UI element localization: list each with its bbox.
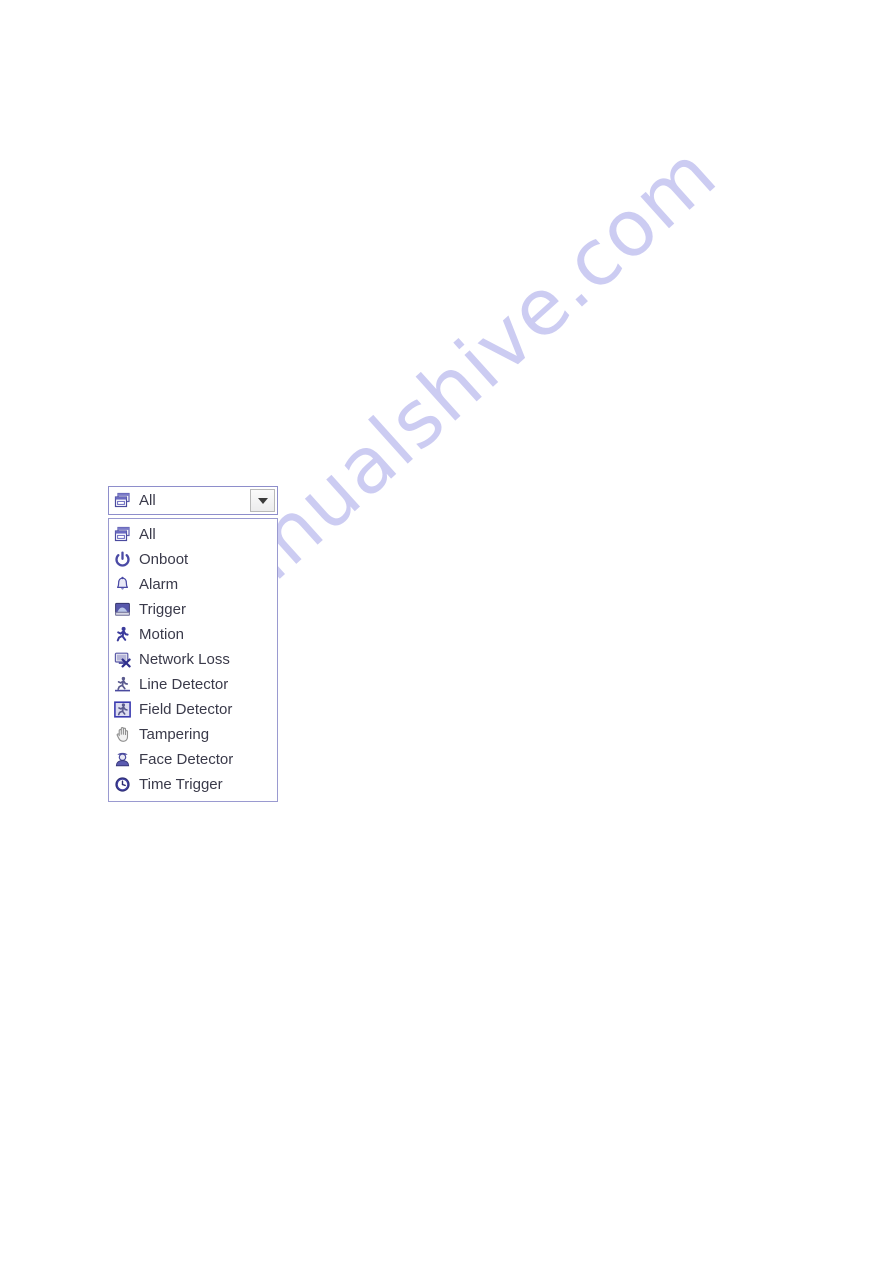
list-item-label: Face Detector (139, 751, 234, 768)
list-item-network-loss[interactable]: Network Loss (109, 647, 277, 672)
bell-icon (114, 576, 131, 593)
list-item-label: All (139, 526, 156, 543)
list-item-field-detector[interactable]: Field Detector (109, 697, 277, 722)
device-monitor-icon (114, 601, 131, 618)
face-person-icon (114, 751, 131, 768)
running-person-icon (114, 626, 131, 643)
list-item-label: Motion (139, 626, 185, 643)
dropdown-arrow-button[interactable] (250, 489, 275, 512)
list-item-onboot[interactable]: Onboot (109, 547, 277, 572)
event-type-combobox[interactable]: All (108, 486, 278, 515)
list-item-label: Trigger (139, 601, 186, 618)
event-type-listbox[interactable]: All Onboot Alarm Trigger Motion Network … (108, 518, 278, 802)
list-item-label: Line Detector (139, 676, 229, 693)
hand-icon (114, 726, 131, 743)
list-item-label: Network Loss (139, 651, 230, 668)
list-item-time-trigger[interactable]: Time Trigger (109, 772, 277, 797)
combobox-selected-label: All (139, 492, 156, 509)
list-item-face-detector[interactable]: Face Detector (109, 747, 277, 772)
all-events-icon (114, 526, 131, 543)
power-icon (114, 551, 131, 568)
list-item-motion[interactable]: Motion (109, 622, 277, 647)
list-item-label: Time Trigger (139, 776, 223, 793)
line-crossing-person-icon (114, 676, 131, 693)
list-item-label: Onboot (139, 551, 189, 568)
chevron-down-icon (257, 497, 268, 504)
list-item-all[interactable]: All (109, 522, 277, 547)
combobox-value-area[interactable]: All (109, 487, 250, 514)
list-item-tampering[interactable]: Tampering (109, 722, 277, 747)
list-item-label: Alarm (139, 576, 179, 593)
clock-icon (114, 776, 131, 793)
field-intrusion-person-icon (114, 701, 131, 718)
list-item-label: Tampering (139, 726, 210, 743)
list-item-label: Field Detector (139, 701, 233, 718)
list-item-trigger[interactable]: Trigger (109, 597, 277, 622)
network-disconnected-icon (114, 651, 131, 668)
all-events-icon (114, 492, 131, 509)
list-item-line-detector[interactable]: Line Detector (109, 672, 277, 697)
list-item-alarm[interactable]: Alarm (109, 572, 277, 597)
